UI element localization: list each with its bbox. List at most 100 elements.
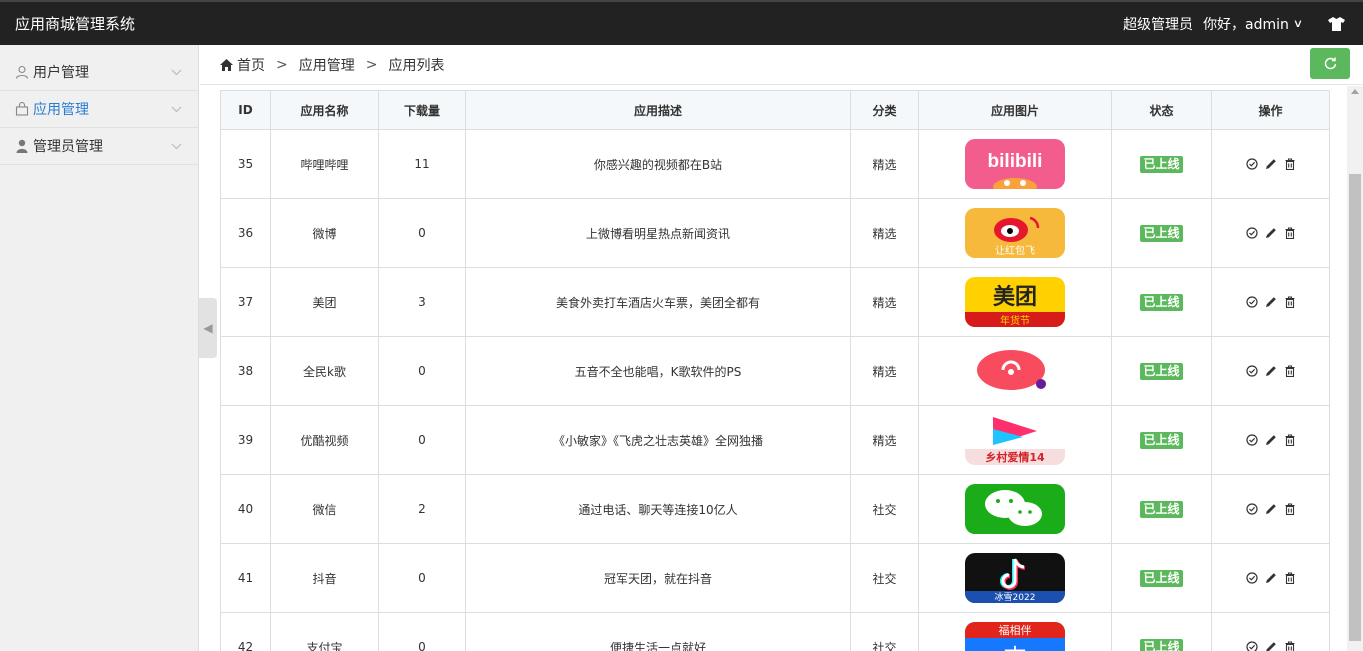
scrollbar-thumb[interactable] — [1349, 174, 1361, 641]
header-name: 应用名称 — [270, 90, 379, 130]
cell-downloads: 0 — [378, 336, 466, 406]
edit-pencil-icon[interactable] — [1265, 434, 1277, 446]
sidebar-item-users[interactable]: 用户管理 — [0, 54, 198, 91]
cell-status: 已上线 — [1111, 198, 1212, 268]
cell-id: 36 — [220, 198, 271, 268]
cell-desc: 冠军天团，就在抖音 — [465, 543, 851, 613]
alipay-logo-text: 福相伴 — [999, 623, 1032, 637]
cell-status: 已上线 — [1111, 267, 1212, 337]
table-row: 39 优酷视频 0 《小敏家》《飞虎之壮志英雄》全网独播 精选 乡村爱情14 已… — [220, 405, 1330, 475]
weibo-logo-text: 让红包飞 — [995, 244, 1035, 257]
shopping-bag-icon — [15, 102, 29, 116]
check-circle-icon[interactable] — [1245, 296, 1258, 308]
sidebar: 用户管理 应用管理 管理员管理 — [0, 45, 199, 651]
edit-pencil-icon[interactable] — [1265, 365, 1277, 377]
app-title[interactable]: 应用商城管理系统 — [15, 13, 135, 34]
trash-icon[interactable] — [1284, 365, 1296, 377]
chevron-down-icon: ∨ — [1292, 17, 1304, 30]
breadcrumb-level1[interactable]: 应用管理 — [299, 55, 355, 75]
cell-id: 42 — [220, 612, 271, 651]
app-table: ID 应用名称 下载量 应用描述 分类 应用图片 状态 操作 35 哔哩哔哩 1… — [220, 90, 1330, 651]
cell-category: 精选 — [850, 267, 919, 337]
status-badge: 已上线 — [1140, 569, 1183, 587]
cell-image: 福相伴 支 — [918, 612, 1112, 651]
table-row: 38 全民k歌 0 五音不全也能唱，K歌软件的PS 精选 已上线 — [220, 336, 1330, 406]
cell-category: 社交 — [850, 543, 919, 613]
header-image: 应用图片 — [918, 90, 1112, 130]
check-circle-icon[interactable] — [1245, 227, 1258, 239]
cell-status: 已上线 — [1111, 129, 1212, 199]
trash-icon[interactable] — [1284, 296, 1296, 308]
cell-downloads: 0 — [378, 405, 466, 475]
status-badge: 已上线 — [1140, 638, 1183, 651]
cell-desc: 通过电话、聊天等连接10亿人 — [465, 474, 851, 544]
status-badge: 已上线 — [1140, 500, 1183, 518]
cell-id: 39 — [220, 405, 271, 475]
refresh-button[interactable] — [1310, 48, 1350, 79]
trash-icon[interactable] — [1284, 641, 1296, 651]
trash-icon[interactable] — [1284, 434, 1296, 446]
status-badge: 已上线 — [1140, 431, 1183, 449]
cell-actions — [1211, 336, 1330, 406]
table-row: 41 抖音 0 冠军天团，就在抖音 社交 冰雪2022 已上线 — [220, 543, 1330, 613]
vertical-scrollbar[interactable] — [1347, 86, 1363, 651]
cell-name: 美团 — [270, 267, 379, 337]
check-circle-icon[interactable] — [1245, 572, 1258, 584]
greeting-text: 你好，admin — [1203, 16, 1289, 33]
header-actions: 操作 — [1211, 90, 1330, 130]
cell-category: 精选 — [850, 336, 919, 406]
cell-category: 精选 — [850, 129, 919, 199]
youku-logo: 乡村爱情14 — [965, 415, 1065, 465]
cell-downloads: 0 — [378, 612, 466, 651]
cell-downloads: 0 — [378, 543, 466, 613]
cell-status: 已上线 — [1111, 405, 1212, 475]
breadcrumb: 首页 > 应用管理 > 应用列表 — [200, 45, 1363, 85]
header-desc: 应用描述 — [465, 90, 851, 130]
check-circle-icon[interactable] — [1245, 434, 1258, 446]
user-menu-toggle[interactable]: 你好，admin ∨ — [1203, 14, 1304, 34]
cell-desc: 五音不全也能唱，K歌软件的PS — [465, 336, 851, 406]
check-circle-icon[interactable] — [1245, 641, 1258, 651]
edit-pencil-icon[interactable] — [1265, 158, 1277, 170]
main-content: ID 应用名称 下载量 应用描述 分类 应用图片 状态 操作 35 哔哩哔哩 1… — [200, 86, 1347, 651]
cell-downloads: 2 — [378, 474, 466, 544]
edit-pencil-icon[interactable] — [1265, 227, 1277, 239]
cell-status: 已上线 — [1111, 543, 1212, 613]
meituan-logo-text: 美团 — [993, 284, 1037, 310]
sidebar-item-label: 用户管理 — [33, 65, 89, 81]
cell-status: 已上线 — [1111, 474, 1212, 544]
cell-actions — [1211, 543, 1330, 613]
cell-name: 哔哩哔哩 — [270, 129, 379, 199]
skin-shirt-icon[interactable] — [1328, 16, 1345, 31]
bilibili-logo-text: bilibili — [988, 151, 1043, 172]
check-circle-icon[interactable] — [1245, 158, 1258, 170]
trash-icon[interactable] — [1284, 503, 1296, 515]
trash-icon[interactable] — [1284, 572, 1296, 584]
header-downloads: 下载量 — [378, 90, 466, 130]
edit-pencil-icon[interactable] — [1265, 503, 1277, 515]
user-role: 超级管理员 — [1123, 16, 1194, 33]
edit-pencil-icon[interactable] — [1265, 572, 1277, 584]
breadcrumb-current: 应用列表 — [388, 57, 445, 74]
table-row: 42 支付宝 0 便捷生活一点就好 社交 福相伴 支 已上线 — [220, 612, 1330, 651]
cell-actions — [1211, 198, 1330, 268]
cell-actions — [1211, 129, 1330, 199]
edit-pencil-icon[interactable] — [1265, 296, 1277, 308]
breadcrumb-home[interactable]: 首页 — [237, 55, 265, 75]
cell-status: 已上线 — [1111, 612, 1212, 651]
check-circle-icon[interactable] — [1245, 365, 1258, 377]
scroll-up-arrow-icon[interactable] — [1351, 89, 1359, 94]
trash-icon[interactable] — [1284, 158, 1296, 170]
chevron-down-icon — [171, 64, 182, 80]
cell-downloads: 3 — [378, 267, 466, 337]
sidebar-item-apps[interactable]: 应用管理 — [0, 91, 198, 128]
cell-category: 精选 — [850, 405, 919, 475]
trash-icon[interactable] — [1284, 227, 1296, 239]
topbar-right: 超级管理员 你好，admin ∨ — [1123, 14, 1363, 34]
cell-image: 冰雪2022 — [918, 543, 1112, 613]
edit-pencil-icon[interactable] — [1265, 641, 1277, 651]
sidebar-item-admins[interactable]: 管理员管理 — [0, 128, 198, 165]
cell-name: 全民k歌 — [270, 336, 379, 406]
chevron-down-icon — [171, 138, 182, 154]
check-circle-icon[interactable] — [1245, 503, 1258, 515]
